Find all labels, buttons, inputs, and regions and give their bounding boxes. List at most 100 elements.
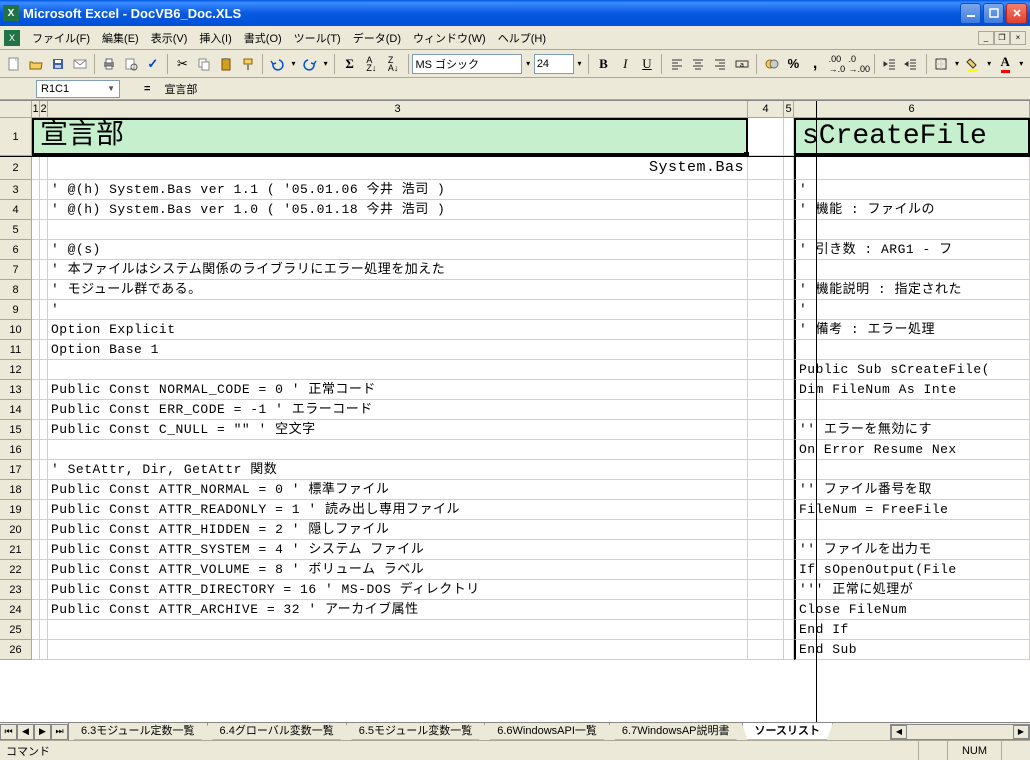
- cell-left-r15[interactable]: Public Const C_NULL = "" ' 空文字: [48, 420, 748, 440]
- cell-left-r16[interactable]: [48, 440, 748, 460]
- cell-right-r12[interactable]: Public Sub sCreateFile(: [794, 360, 1030, 380]
- sheet-tab-4[interactable]: 6.6WindowsAPI一覧: [484, 723, 610, 740]
- row-header-12[interactable]: 12: [0, 360, 32, 380]
- formula-content[interactable]: 宣言部: [162, 81, 1030, 97]
- cell-right-r16[interactable]: On Error Resume Nex: [794, 440, 1030, 460]
- col-header-3[interactable]: 3: [48, 101, 748, 117]
- sheet-tab-3[interactable]: 6.5モジュール変数一覧: [346, 723, 486, 740]
- header-left-cell[interactable]: 宣言部: [32, 118, 748, 156]
- cell-right-r13[interactable]: Dim FileNum As Inte: [794, 380, 1030, 400]
- cell-right-r15[interactable]: '' エラーを無効にす: [794, 420, 1030, 440]
- row-header-22[interactable]: 22: [0, 560, 32, 580]
- cell-right-r25[interactable]: End If: [794, 620, 1030, 640]
- align-right-button[interactable]: [710, 53, 731, 75]
- tab-nav-first[interactable]: ⏮: [0, 724, 17, 740]
- menu-view[interactable]: 表示(V): [145, 27, 194, 49]
- decrease-indent-button[interactable]: [879, 53, 900, 75]
- cell-left-r14[interactable]: Public Const ERR_CODE = -1 ' エラーコード: [48, 400, 748, 420]
- cell-left-r19[interactable]: Public Const ATTR_READONLY = 1 ' 読み出し専用フ…: [48, 500, 748, 520]
- cell-right-r26[interactable]: End Sub: [794, 640, 1030, 660]
- cell-left-r21[interactable]: Public Const ATTR_SYSTEM = 4 ' システム ファイル: [48, 540, 748, 560]
- row-header-9[interactable]: 9: [0, 300, 32, 320]
- redo-button[interactable]: [299, 53, 320, 75]
- row-header-5[interactable]: 5: [0, 220, 32, 240]
- cell-right-r7[interactable]: [794, 260, 1030, 280]
- mdi-minimize-button[interactable]: _: [978, 31, 994, 45]
- workbook-icon[interactable]: X: [4, 30, 20, 46]
- cell-right-r20[interactable]: [794, 520, 1030, 540]
- format-painter-button[interactable]: [237, 53, 258, 75]
- minimize-button[interactable]: [960, 3, 981, 24]
- sheet-tab-5[interactable]: 6.7WindowsAP説明書: [609, 723, 743, 740]
- spellcheck-button[interactable]: ✓: [142, 53, 163, 75]
- font-color-dropdown[interactable]: ▾: [1017, 59, 1026, 68]
- merge-center-button[interactable]: a: [732, 53, 753, 75]
- row-header-16[interactable]: 16: [0, 440, 32, 460]
- row-header-25[interactable]: 25: [0, 620, 32, 640]
- fill-color-button[interactable]: [963, 53, 984, 75]
- row-header-11[interactable]: 11: [0, 340, 32, 360]
- open-button[interactable]: [26, 53, 47, 75]
- cell-left-r25[interactable]: [48, 620, 748, 640]
- sheet-tab-active[interactable]: ソースリスト: [742, 723, 833, 740]
- copy-button[interactable]: [194, 53, 215, 75]
- cell-left-r18[interactable]: Public Const ATTR_NORMAL = 0 ' 標準ファイル: [48, 480, 748, 500]
- cell-left-r4[interactable]: ' @(h) System.Bas ver 1.0 ( '05.01.18 今井…: [48, 200, 748, 220]
- sheet-tab-2[interactable]: 6.4グローバル変数一覧: [207, 723, 347, 740]
- underline-button[interactable]: U: [637, 53, 658, 75]
- italic-button[interactable]: I: [615, 53, 636, 75]
- cell-right-r5[interactable]: [794, 220, 1030, 240]
- currency-button[interactable]: [761, 53, 782, 75]
- cell-left-r3[interactable]: ' @(h) System.Bas ver 1.1 ( '05.01.06 今井…: [48, 180, 748, 200]
- menu-insert[interactable]: 挿入(I): [193, 27, 237, 49]
- row-header-15[interactable]: 15: [0, 420, 32, 440]
- col-header-2[interactable]: 2: [40, 101, 48, 117]
- cell-right-r4[interactable]: ' 機能 : ファイルの: [794, 200, 1030, 220]
- hscroll-left-button[interactable]: ◀: [891, 725, 907, 739]
- cell-r1c5[interactable]: [784, 118, 794, 156]
- hscroll-right-button[interactable]: ▶: [1013, 725, 1029, 739]
- tab-nav-next[interactable]: ▶: [34, 724, 51, 740]
- row-header-4[interactable]: 4: [0, 200, 32, 220]
- cell-left-r22[interactable]: Public Const ATTR_VOLUME = 8 ' ボリューム ラベル: [48, 560, 748, 580]
- cell-system-bas[interactable]: System.Bas: [48, 156, 748, 180]
- increase-indent-button[interactable]: [901, 53, 922, 75]
- tab-nav-prev[interactable]: ◀: [17, 724, 34, 740]
- bold-button[interactable]: B: [593, 53, 614, 75]
- borders-dropdown[interactable]: ▾: [952, 59, 961, 68]
- row-header-13[interactable]: 13: [0, 380, 32, 400]
- row-header-17[interactable]: 17: [0, 460, 32, 480]
- cell-left-r23[interactable]: Public Const ATTR_DIRECTORY = 16 ' MS-DO…: [48, 580, 748, 600]
- cell-left-r13[interactable]: Public Const NORMAL_CODE = 0 ' 正常コード: [48, 380, 748, 400]
- sort-asc-button[interactable]: AZ↓: [361, 53, 382, 75]
- new-button[interactable]: [4, 53, 25, 75]
- cell-right-r17[interactable]: [794, 460, 1030, 480]
- cell-left-r12[interactable]: [48, 360, 748, 380]
- borders-button[interactable]: [931, 53, 952, 75]
- col-header-1[interactable]: 1: [32, 101, 40, 117]
- row-header-26[interactable]: 26: [0, 640, 32, 660]
- row-header-7[interactable]: 7: [0, 260, 32, 280]
- increase-decimal-button[interactable]: .00→.0: [827, 53, 848, 75]
- maximize-button[interactable]: [983, 3, 1004, 24]
- cell-left-r11[interactable]: Option Base 1: [48, 340, 748, 360]
- close-button[interactable]: [1006, 3, 1027, 24]
- undo-dropdown[interactable]: ▾: [289, 59, 298, 68]
- cell-right-r21[interactable]: '' ファイルを出力モ: [794, 540, 1030, 560]
- email-button[interactable]: [69, 53, 90, 75]
- paste-button[interactable]: [216, 53, 237, 75]
- row-header-6[interactable]: 6: [0, 240, 32, 260]
- row-header-24[interactable]: 24: [0, 600, 32, 620]
- redo-dropdown[interactable]: ▾: [321, 59, 330, 68]
- cell-left-r7[interactable]: ' 本ファイルはシステム関係のライブラリにエラー処理を加えた: [48, 260, 748, 280]
- cell-right-r14[interactable]: [794, 400, 1030, 420]
- cell-left-r8[interactable]: ' モジュール群である。: [48, 280, 748, 300]
- cell-right-r8[interactable]: ' 機能説明 : 指定された: [794, 280, 1030, 300]
- name-box[interactable]: R1C1 ▼: [36, 80, 120, 98]
- cell-right-r18[interactable]: '' ファイル番号を取: [794, 480, 1030, 500]
- cell-left-r20[interactable]: Public Const ATTR_HIDDEN = 2 ' 隠しファイル: [48, 520, 748, 540]
- menu-help[interactable]: ヘルプ(H): [492, 27, 552, 49]
- cell-left-r24[interactable]: Public Const ATTR_ARCHIVE = 32 ' アーカイブ属性: [48, 600, 748, 620]
- row-header-23[interactable]: 23: [0, 580, 32, 600]
- menu-file[interactable]: ファイル(F): [26, 27, 96, 49]
